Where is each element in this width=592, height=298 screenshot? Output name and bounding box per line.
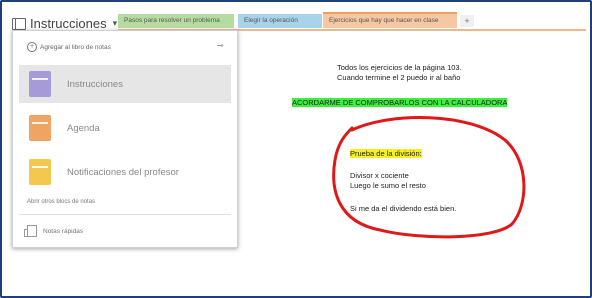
notebook-icon [29, 71, 51, 97]
notebook-dropdown: + Agregar al libro de notas ⊸ Instruccio… [12, 30, 238, 248]
prueba-text: Prueba de la división: [350, 149, 422, 158]
notebook-item-instrucciones[interactable]: Instrucciones [19, 65, 231, 103]
pin-icon[interactable]: ⊸ [217, 41, 224, 50]
notebook-icon [29, 115, 51, 141]
notebook-item-agenda[interactable]: Agenda [19, 109, 231, 147]
divider [19, 214, 231, 215]
notebook-item-notificaciones[interactable]: Notificaciones del profesor [19, 153, 231, 191]
add-notebook-label: Agregar al libro de notas [40, 43, 111, 51]
page-line: Divisor x cociente [350, 171, 409, 180]
page-line: Si me da el dividendo está bien. [350, 204, 457, 213]
page-text-block[interactable]: Si me da el dividendo está bien. [350, 204, 456, 214]
prueba-heading[interactable]: Prueba de la división: [350, 149, 422, 158]
quick-notes-button[interactable]: Notas rápidas [24, 225, 84, 237]
notebook-item-label: Agenda [67, 122, 100, 134]
quick-notes-label: Notas rápidas [43, 227, 84, 235]
add-notebook-button[interactable]: + Agregar al libro de notas [27, 42, 111, 52]
page-line: Luego le sumo el resto [350, 181, 426, 190]
notebook-icon [29, 159, 51, 185]
page-text-block[interactable]: Divisor x cociente Luego le sumo el rest… [350, 171, 426, 191]
plus-icon: + [27, 42, 37, 52]
notebook-item-label: Notificaciones del profesor [67, 166, 179, 178]
notebook-item-label: Instrucciones [67, 78, 123, 90]
open-other-notebooks-link[interactable]: Abrir otros blocs de notas [27, 199, 95, 205]
quick-notes-icon [24, 225, 37, 237]
